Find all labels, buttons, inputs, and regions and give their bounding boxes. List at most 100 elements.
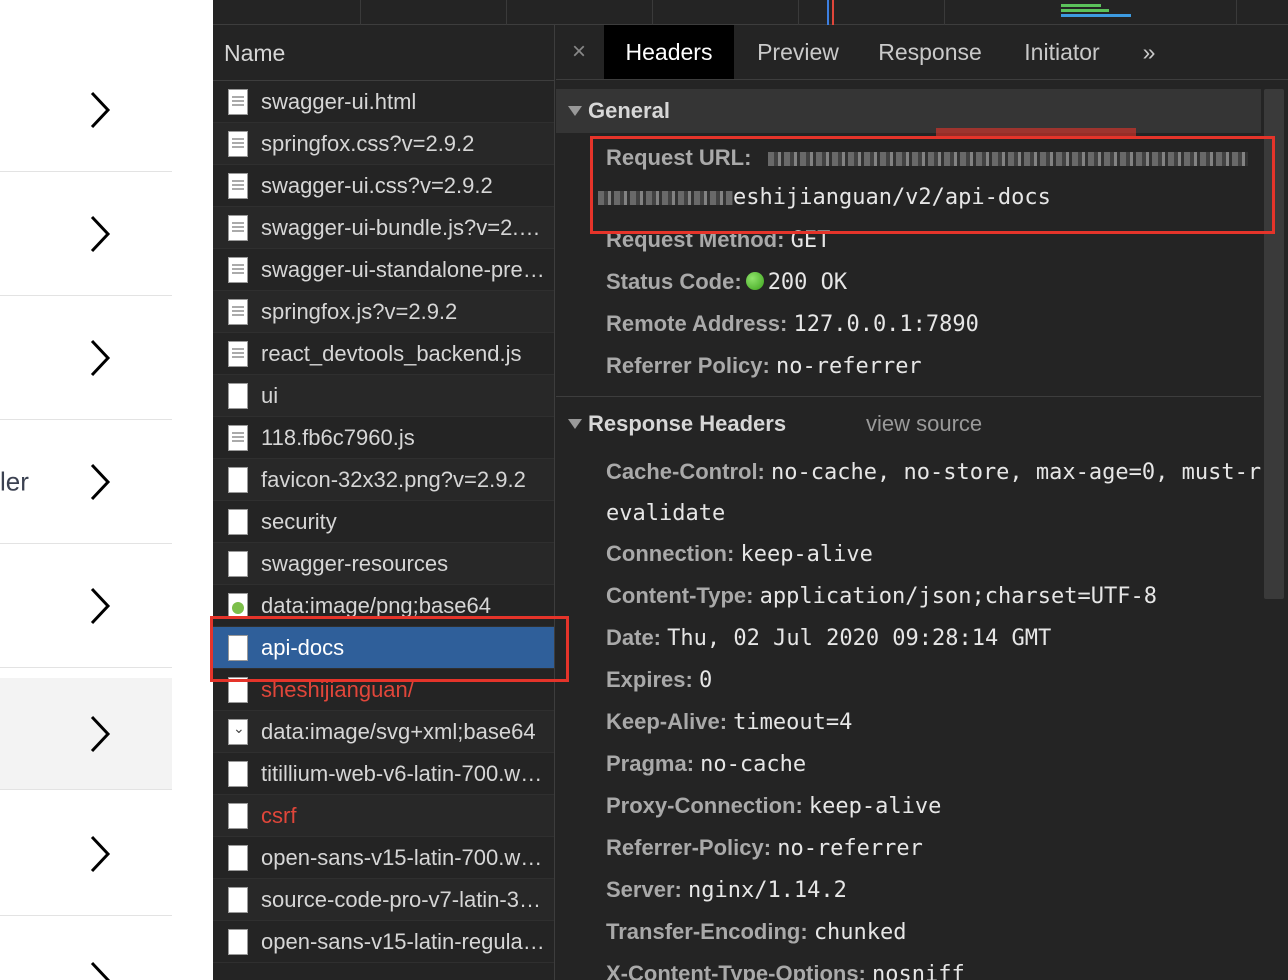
- header-key: Status Code:: [606, 269, 742, 294]
- request-name: swagger-ui-standalone-preset.js: [261, 257, 546, 282]
- request-name: open-sans-v15-latin-regular.woff2: [261, 929, 546, 954]
- request-name: open-sans-v15-latin-700.woff2: [261, 845, 546, 870]
- tab-preview[interactable]: Preview: [736, 25, 860, 79]
- header-value[interactable]: Thu, 02 Jul 2020 09:28:14 GMT: [667, 626, 1051, 651]
- header-value[interactable]: timeout=4: [733, 710, 852, 735]
- header-value[interactable]: application/json;charset=UTF-8: [760, 584, 1157, 609]
- blank-file-icon: [228, 509, 248, 535]
- general-section-toggle[interactable]: General: [556, 89, 1261, 133]
- request-row[interactable]: csrf: [213, 795, 554, 837]
- operation-row[interactable]: ler: [0, 420, 172, 544]
- request-row[interactable]: swagger-ui-bundle.js?v=2.9.2: [213, 207, 554, 249]
- header-key: Server:: [606, 877, 682, 902]
- operation-row[interactable]: [0, 916, 172, 980]
- timeline-gridline: [506, 0, 507, 25]
- timeline-gridline: [798, 0, 799, 25]
- response-header-row: X-Content-Type-Options: nosniff: [606, 954, 1266, 980]
- chevron-right-icon: [90, 961, 111, 980]
- request-name: titillium-web-v6-latin-700.woff2: [261, 761, 546, 786]
- response-header-row: Server: nginx/1.14.2: [606, 870, 1266, 911]
- request-row[interactable]: favicon-32x32.png?v=2.9.2: [213, 459, 554, 501]
- document-icon: [228, 89, 248, 115]
- header-value[interactable]: 0: [699, 668, 712, 693]
- operation-row[interactable]: [0, 678, 172, 790]
- dom-content-loaded-marker: [827, 0, 829, 25]
- request-row[interactable]: springfox.css?v=2.9.2: [213, 123, 554, 165]
- request-row[interactable]: react_devtools_backend.js: [213, 333, 554, 375]
- tab-headers[interactable]: Headers: [604, 25, 734, 79]
- waterfall-bar: [1061, 9, 1109, 12]
- timeline-gridline: [652, 0, 653, 25]
- tab-response[interactable]: Response: [862, 25, 998, 79]
- document-icon: [228, 425, 248, 451]
- header-value[interactable]: no-referrer: [777, 836, 923, 861]
- response-header-row: Keep-Alive: timeout=4: [606, 702, 1266, 743]
- operation-row[interactable]: [0, 544, 172, 668]
- response-header-row: Expires: 0: [606, 660, 1266, 701]
- request-name: swagger-resources: [261, 551, 449, 576]
- request-row[interactable]: 118.fb6c7960.js: [213, 417, 554, 459]
- header-key: Pragma:: [606, 751, 695, 776]
- header-value[interactable]: no-referrer: [776, 354, 922, 379]
- request-row[interactable]: swagger-resources: [213, 543, 554, 585]
- header-key: X-Content-Type-Options:: [606, 961, 866, 980]
- request-row[interactable]: swagger-ui.css?v=2.9.2: [213, 165, 554, 207]
- request-row[interactable]: swagger-ui-standalone-preset.js: [213, 249, 554, 291]
- chevron-right-icon: [90, 215, 111, 252]
- request-row[interactable]: springfox.js?v=2.9.2: [213, 291, 554, 333]
- tab-initiator[interactable]: Initiator: [1002, 25, 1122, 79]
- operation-row[interactable]: [0, 172, 172, 296]
- chevron-right-icon: [90, 835, 111, 872]
- request-row[interactable]: security: [213, 501, 554, 543]
- response-header-row: Pragma: no-cache: [606, 744, 1266, 785]
- request-name: security: [261, 509, 337, 534]
- detail-tabs: × Headers Preview Response Initiator »: [556, 25, 1288, 80]
- load-marker: [832, 0, 834, 25]
- request-list: Name swagger-ui.html springfox.css?v=2.9.…: [213, 25, 555, 980]
- header-value[interactable]: keep-alive: [809, 794, 941, 819]
- header-key: Keep-Alive:: [606, 709, 728, 734]
- request-row[interactable]: open-sans-v15-latin-700.woff2: [213, 837, 554, 879]
- section-divider: [556, 396, 1261, 397]
- operation-row[interactable]: [0, 792, 172, 916]
- response-headers-section-toggle[interactable]: Response Headers view source: [556, 402, 1261, 446]
- response-headers-title: Response Headers: [588, 411, 787, 436]
- devtools-network-panel: Name swagger-ui.html springfox.css?v=2.9.…: [210, 0, 1288, 980]
- referrer-policy-row: Referrer Policy: no-referrer: [606, 346, 1266, 387]
- blank-file-icon: [228, 803, 248, 829]
- request-name: ui: [261, 383, 279, 408]
- timeline-gridline: [944, 0, 945, 25]
- name-column-header[interactable]: Name: [213, 25, 554, 81]
- response-header-row: Content-Type: application/json;charset=U…: [606, 576, 1266, 617]
- request-name: springfox.js?v=2.9.2: [261, 299, 458, 324]
- header-value[interactable]: 200 OK: [768, 270, 847, 295]
- header-value[interactable]: no-cache: [700, 752, 806, 777]
- general-section-title: General: [588, 98, 670, 123]
- request-row[interactable]: titillium-web-v6-latin-700.woff2: [213, 753, 554, 795]
- operation-row[interactable]: [0, 48, 172, 172]
- header-value[interactable]: keep-alive: [740, 542, 872, 567]
- timeline-gridline: [360, 0, 361, 25]
- more-tabs-button[interactable]: »: [1126, 25, 1172, 79]
- header-value[interactable]: 127.0.0.1:7890: [793, 312, 978, 337]
- request-name: source-code-pro-v7-latin-300.woff2: [261, 887, 546, 912]
- request-row[interactable]: open-sans-v15-latin-regular.woff2: [213, 921, 554, 963]
- view-source-link[interactable]: view source: [866, 402, 982, 446]
- document-icon: [228, 299, 248, 325]
- annotation-scribble: [936, 128, 1136, 136]
- network-overview-timeline[interactable]: [213, 0, 1288, 25]
- document-icon: [228, 341, 248, 367]
- header-value[interactable]: nginx/1.14.2: [688, 878, 847, 903]
- request-row[interactable]: data:image/svg+xml;base64: [213, 711, 554, 753]
- header-value[interactable]: nosniff: [872, 962, 965, 980]
- chevron-right-icon: [90, 91, 111, 128]
- document-icon: [228, 215, 248, 241]
- operation-row[interactable]: [0, 296, 172, 420]
- request-name: favicon-32x32.png?v=2.9.2: [261, 467, 526, 492]
- request-row[interactable]: swagger-ui.html: [213, 81, 554, 123]
- close-detail-button[interactable]: ×: [572, 25, 586, 79]
- header-key: Date:: [606, 625, 662, 650]
- header-value[interactable]: chunked: [814, 920, 907, 945]
- request-row[interactable]: source-code-pro-v7-latin-300.woff2: [213, 879, 554, 921]
- request-row[interactable]: ui: [213, 375, 554, 417]
